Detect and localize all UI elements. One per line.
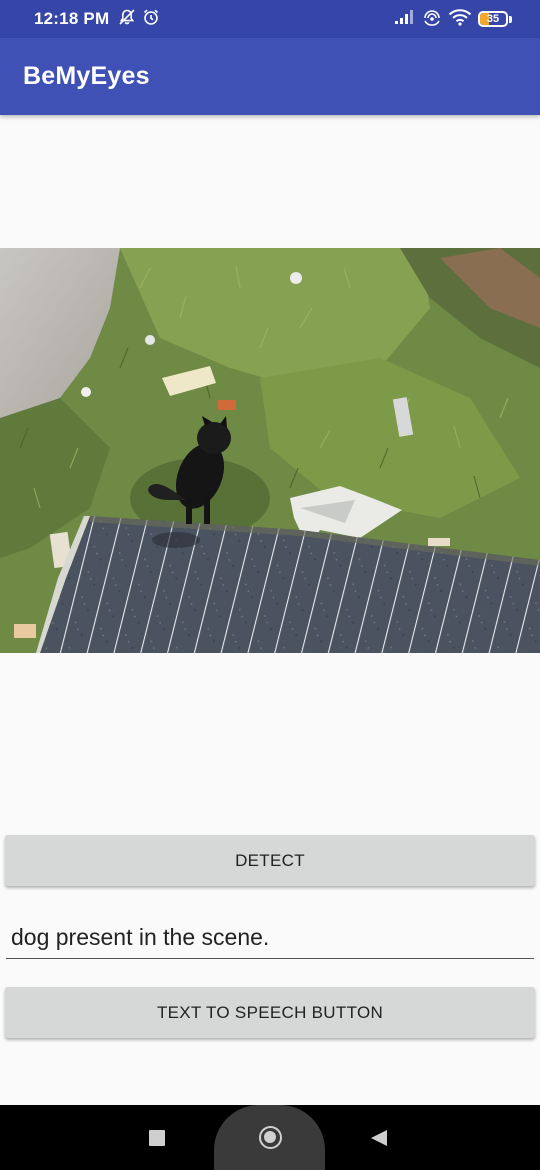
result-text: dog present in the scene. xyxy=(11,924,270,950)
text-to-speech-button-label: TEXT TO SPEECH BUTTON xyxy=(156,1002,384,1022)
app-title: BeMyEyes xyxy=(23,62,150,90)
hotspot-icon xyxy=(422,8,442,31)
status-system-icons: 35 xyxy=(394,8,512,31)
status-notification-icons xyxy=(118,8,160,31)
signal-icon xyxy=(394,9,416,30)
app-bar: BeMyEyes xyxy=(0,38,540,115)
bell-off-icon xyxy=(118,8,136,31)
detect-button-label: DETECT xyxy=(235,850,305,870)
alarm-icon xyxy=(142,8,160,31)
recents-icon[interactable] xyxy=(149,1130,165,1146)
navigation-bar xyxy=(0,1105,540,1170)
status-bar: 12:18 PM 35 xyxy=(0,0,540,38)
captured-image xyxy=(0,248,540,653)
detect-button[interactable]: DETECT xyxy=(5,835,535,886)
back-icon[interactable] xyxy=(371,1130,387,1146)
battery-icon: 35 xyxy=(478,11,508,27)
battery-tip xyxy=(509,15,512,23)
home-icon xyxy=(259,1126,282,1149)
home-button[interactable] xyxy=(214,1105,325,1170)
battery-level: 35 xyxy=(486,13,500,25)
dog-scene-image xyxy=(0,248,540,653)
battery-indicator: 35 xyxy=(478,11,512,27)
wifi-icon xyxy=(448,8,472,31)
text-to-speech-button[interactable]: TEXT TO SPEECH BUTTON xyxy=(5,987,535,1038)
status-time: 12:18 PM xyxy=(34,9,110,28)
result-text-field[interactable]: dog present in the scene. xyxy=(6,918,534,959)
